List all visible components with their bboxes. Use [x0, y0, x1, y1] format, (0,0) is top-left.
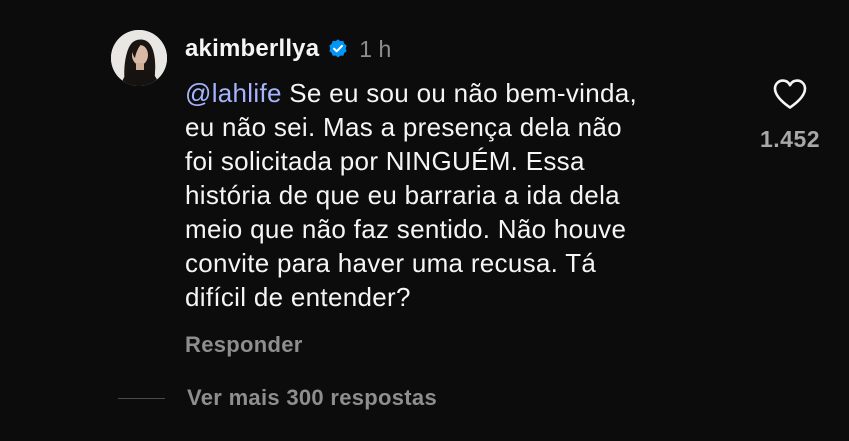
verified-badge-icon — [327, 38, 349, 60]
avatar[interactable] — [111, 30, 167, 86]
comment-line-7: difícil de entender? — [185, 282, 411, 312]
timestamp: 1 h — [359, 35, 392, 62]
comment-line-5: meio que não faz sentido. Não houve — [185, 214, 627, 244]
heart-outline-icon[interactable] — [772, 78, 808, 110]
comment-line-2: eu não sei. Mas a presença dela não — [185, 112, 622, 142]
view-more-replies-label[interactable]: Ver mais 300 respostas — [187, 385, 437, 411]
reply-button[interactable]: Responder — [185, 332, 303, 358]
avatar-photo-icon — [111, 30, 167, 86]
comment-header: akimberllya 1 h — [185, 33, 391, 65]
like-count: 1.452 — [759, 126, 821, 152]
comment-text: @lahlife Se eu sou ou não bem-vinda, eu … — [185, 76, 745, 314]
comment-line-1-text: Se eu sou ou não bem-vinda, — [281, 78, 638, 108]
username[interactable]: akimberllya — [185, 35, 319, 63]
comment-line-1: @lahlife Se eu sou ou não bem-vinda, — [185, 76, 745, 110]
comment-line-3: foi solicitada por NINGUÉM. Essa — [185, 146, 585, 176]
mention-link[interactable]: @lahlife — [185, 78, 282, 108]
comment-line-6: convite para haver uma recusa. Tá — [185, 248, 597, 278]
view-more-replies[interactable]: Ver mais 300 respostas — [118, 382, 437, 414]
divider-line — [118, 397, 165, 399]
like-column: 1.452 — [748, 74, 832, 164]
comment: akimberllya 1 h @lahlife Se eu sou ou nã… — [0, 0, 849, 441]
comment-line-4: história de que eu barraria a ida dela — [185, 180, 620, 210]
